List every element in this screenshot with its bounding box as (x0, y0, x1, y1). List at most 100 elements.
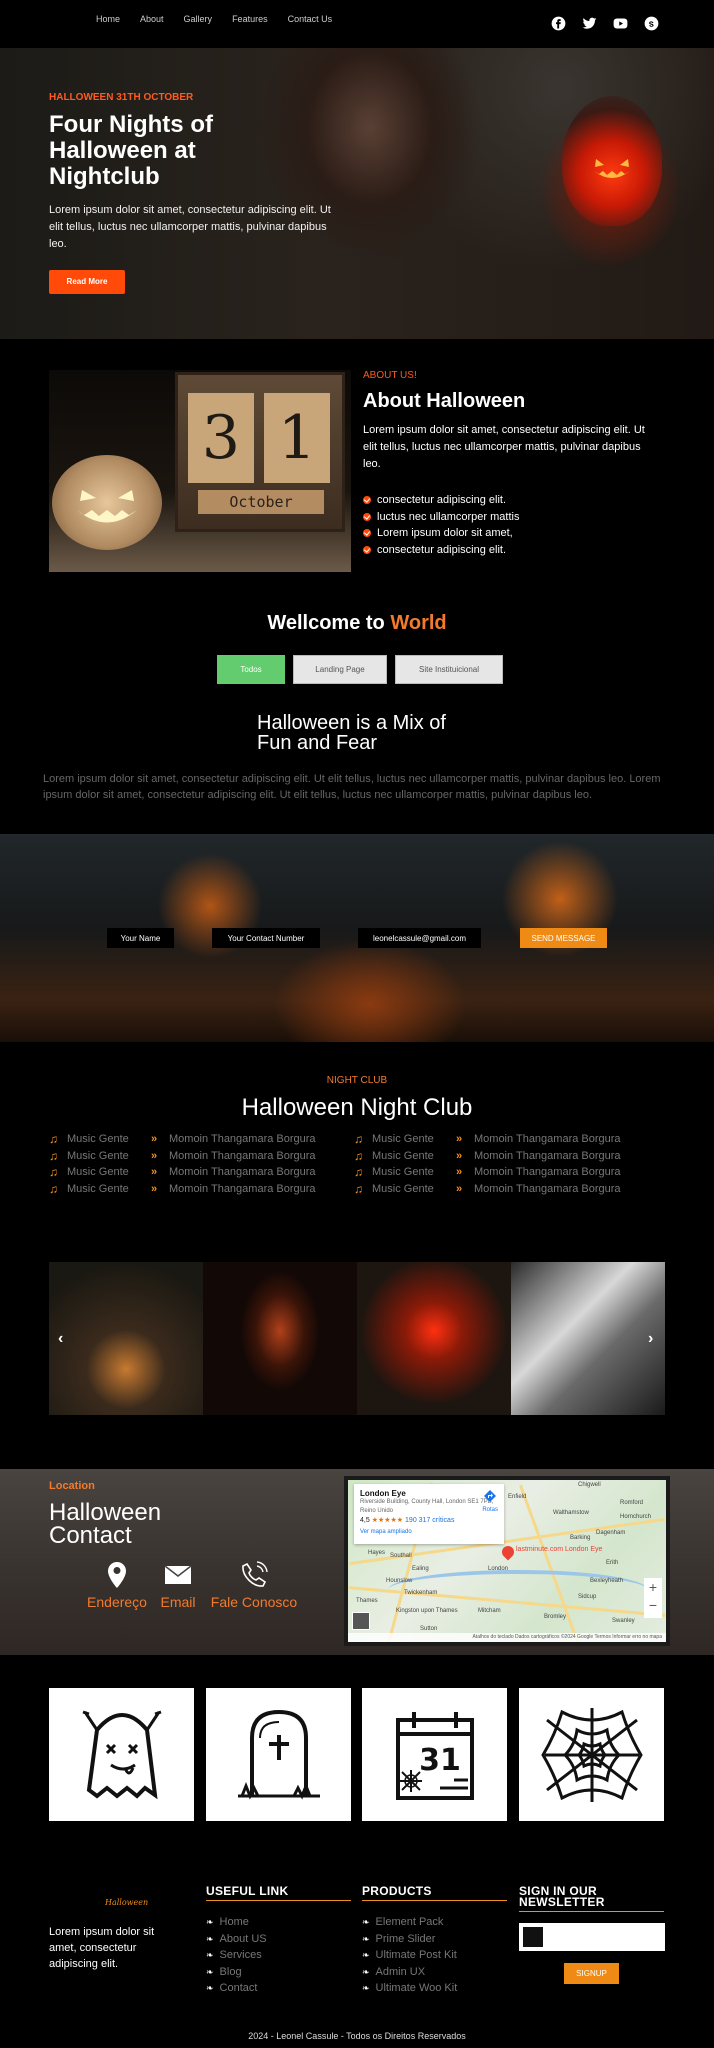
facebook-icon[interactable] (551, 16, 566, 31)
nav-contact[interactable]: Contact Us (288, 14, 333, 24)
copyright: 2024 - Leonel Cassule - Todos os Direito… (248, 2031, 466, 2041)
map-footer: Atalhos do teclado Dados cartográficos ©… (348, 1633, 666, 1642)
footer-link-contact[interactable]: ❧ Contact (206, 1980, 267, 1997)
check-circle-icon (363, 512, 371, 521)
tombstone-icon (237, 1709, 320, 1800)
list-item: ♫ Music Gente » Momoin Thangamara Borgura … (49, 1165, 621, 1180)
map-canvas[interactable]: Chigwell Enfield Walthamstow Romford Hor… (348, 1480, 666, 1642)
youtube-icon[interactable] (613, 16, 628, 31)
calendar-month: October (198, 490, 324, 514)
nav-about[interactable]: About (140, 14, 164, 24)
map-pin-icon (108, 1562, 126, 1588)
email-field[interactable]: leonelcassule@gmail.com (358, 928, 481, 948)
footer-link-blog[interactable]: ❧ Blog (206, 1964, 267, 1981)
tombstone-tile (206, 1688, 351, 1821)
embedded-map[interactable]: Chigwell Enfield Walthamstow Romford Hor… (344, 1476, 670, 1646)
gallery-image[interactable] (511, 1262, 665, 1415)
location-kicker: Location (49, 1480, 95, 1492)
footer-product-link[interactable]: ❧ Ultimate Woo Kit (362, 1980, 457, 1997)
carousel-next-icon[interactable]: › (648, 1330, 653, 1348)
footer-link-about[interactable]: ❧ About US (206, 1931, 267, 1948)
larger-map-link[interactable]: Ver mapa ampliado (360, 1528, 498, 1537)
address-item[interactable]: Endereço (82, 1560, 152, 1610)
zoom-out-icon[interactable]: − (644, 1596, 662, 1614)
leaf-icon: ❧ (362, 1966, 370, 1977)
music-note-icon: ♫ (354, 1148, 363, 1163)
music-note-icon: ♫ (49, 1132, 58, 1147)
products-list: ❧ Element Pack ❧ Prime Slider ❧ Ultimate Po… (362, 1914, 457, 1997)
top-nav: Home About Gallery Features Contact Us (0, 0, 714, 48)
check-circle-icon (363, 496, 371, 505)
double-chevron-icon: » (456, 1133, 463, 1146)
map-layer-toggle[interactable] (352, 1612, 370, 1630)
gallery-carousel (49, 1262, 665, 1415)
envelope-icon (164, 1565, 192, 1584)
newsletter-email-input[interactable] (519, 1923, 665, 1951)
useful-links-heading: USEFUL LINK (206, 1885, 351, 1901)
leaf-icon: ❧ (362, 1983, 370, 1993)
calendar-day-digit: 1 (264, 393, 330, 483)
contact-title: Halloween Contact (49, 1499, 162, 1549)
map-place-card: London Eye Riverside Building, County Ha… (354, 1484, 504, 1544)
list-item: luctus nec ullamcorper mattis (363, 509, 519, 526)
tab-todos[interactable]: Todos (217, 655, 285, 684)
email-item[interactable]: Email (157, 1560, 199, 1610)
useful-links-list: ❧ Home ❧ About US ❧ Services ❧ Blog ❧ Contact (206, 1914, 267, 1997)
footer-link-services[interactable]: ❧ Services (206, 1947, 267, 1964)
double-chevron-icon: » (151, 1166, 158, 1179)
check-circle-icon (363, 545, 371, 554)
hero-title: Four Nights of Halloween at Nightclub (49, 111, 213, 190)
nightclub-kicker: NIGHT CLUB (326, 1075, 388, 1086)
name-field[interactable]: Your Name (107, 928, 174, 948)
phone-item[interactable]: Fale Conosco (206, 1560, 302, 1610)
double-chevron-icon: » (151, 1133, 158, 1146)
calendar-31-icon: 31 (395, 1711, 474, 1800)
list-item: consectetur adipiscing elit. (363, 492, 519, 509)
list-item: ♫ Music Gente » Momoin Thangamara Borgura … (49, 1132, 621, 1147)
contact-number-field[interactable]: Your Contact Number (212, 928, 320, 948)
gallery-image[interactable] (49, 1262, 203, 1415)
nav-home[interactable]: Home (96, 14, 120, 24)
leaf-icon: ❧ (206, 1966, 214, 1977)
leaf-icon: ❧ (362, 1933, 370, 1944)
calendar-tile: 31 (362, 1688, 507, 1821)
leaf-icon: ❧ (206, 1917, 214, 1927)
gallery-image[interactable] (203, 1262, 357, 1415)
music-note-icon: ♫ (354, 1165, 363, 1180)
tab-landing-page[interactable]: Landing Page (293, 655, 387, 684)
calendar-day-digit: 3 (188, 393, 254, 483)
leaf-icon: ❧ (362, 1917, 370, 1927)
double-chevron-icon: » (151, 1149, 158, 1162)
directions-button[interactable]: Rotas (482, 1490, 498, 1515)
twitter-icon[interactable] (582, 16, 597, 31)
map-marker-icon[interactable] (499, 1543, 517, 1561)
hero-kicker: HALLOWEEN 31TH OCTOBER (49, 92, 194, 103)
jack-o-lantern-face-icon (77, 490, 137, 523)
filter-tabs: Todos Landing Page Site Instituicional (217, 655, 503, 684)
skype-icon[interactable] (644, 16, 659, 31)
mix-text: Lorem ipsum dolor sit amet, consectetur … (43, 773, 661, 801)
calendar-block: 3 1 October (175, 372, 345, 532)
products-heading: PRODUCTS (362, 1885, 507, 1901)
nav-gallery[interactable]: Gallery (184, 14, 213, 24)
footer-logo[interactable]: Halloween (105, 1898, 148, 1907)
signup-button[interactable]: SIGNUP (564, 1963, 619, 1984)
map-zoom-controls[interactable]: + − (644, 1578, 662, 1618)
leaf-icon: ❧ (362, 1950, 370, 1960)
footer-product-link[interactable]: ❧ Prime Slider (362, 1931, 457, 1948)
ghost-tile (49, 1688, 194, 1821)
footer-link-home[interactable]: ❧ Home (206, 1914, 267, 1931)
footer-product-link[interactable]: ❧ Ultimate Post Kit (362, 1947, 457, 1964)
gallery-image[interactable] (357, 1262, 511, 1415)
zoom-in-icon[interactable]: + (644, 1578, 662, 1596)
carousel-prev-icon[interactable]: ‹ (58, 1330, 63, 1348)
footer-product-link[interactable]: ❧ Element Pack (362, 1914, 457, 1931)
about-text: Lorem ipsum dolor sit amet, consectetur … (363, 424, 645, 470)
spiderweb-icon (540, 1707, 643, 1802)
double-chevron-icon: » (456, 1166, 463, 1179)
tab-site-institucional[interactable]: Site Instituicional (395, 655, 503, 684)
send-message-button[interactable]: SEND MESSAGE (520, 928, 607, 948)
footer-product-link[interactable]: ❧ Admin UX (362, 1964, 457, 1981)
nav-features[interactable]: Features (232, 14, 268, 24)
read-more-button[interactable]: Read More (49, 270, 125, 294)
